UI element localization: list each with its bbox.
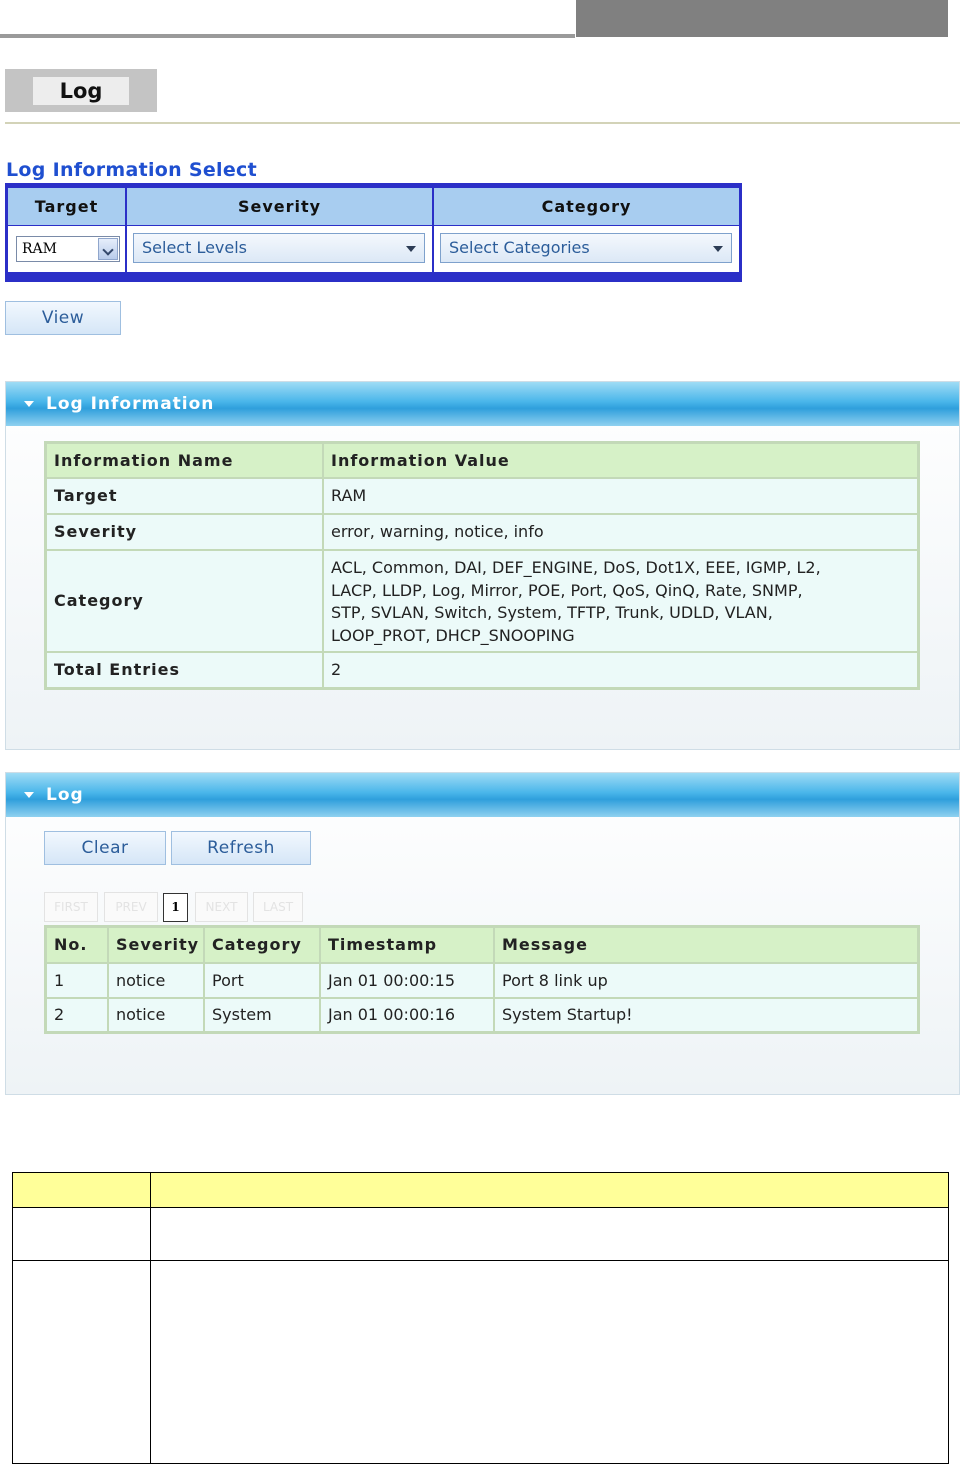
log-header-category: Category <box>205 928 319 962</box>
info-name-header: Information Name <box>47 444 322 477</box>
severity-dropdown[interactable]: Select Levels <box>133 233 425 263</box>
pagination-prev[interactable]: PREV <box>104 892 158 922</box>
log-header-message: Message <box>495 928 917 962</box>
log-select-table: Target Severity Category RAM Select Leve… <box>5 183 742 282</box>
header-rule <box>0 34 575 38</box>
caret-down-icon <box>406 246 416 252</box>
target-header: Target <box>8 188 125 225</box>
pagination-current-page[interactable]: 1 <box>163 893 188 922</box>
log-panel-title: Log <box>46 785 84 805</box>
description-table-column-divider <box>150 1173 151 1463</box>
log-cell-severity: notice <box>109 999 203 1031</box>
info-row-severity-value: error, warning, notice, info <box>324 515 917 549</box>
category-dropdown-value: Select Categories <box>449 238 590 257</box>
severity-dropdown-value: Select Levels <box>142 238 248 257</box>
info-row-severity-label: Severity <box>47 515 322 549</box>
caret-down-icon <box>713 246 723 252</box>
category-cell: Select Categories <box>434 226 739 272</box>
description-table-row-divider <box>13 1260 948 1261</box>
header-block <box>576 0 948 37</box>
log-information-table: Information Name Information Value Targe… <box>44 441 920 690</box>
page-title: Log <box>33 77 129 105</box>
refresh-button[interactable]: Refresh <box>171 831 311 865</box>
title-divider <box>5 122 960 124</box>
severity-header: Severity <box>127 188 432 225</box>
select-heading: Log Information Select <box>6 159 257 181</box>
chevron-down-icon[interactable] <box>98 238 118 260</box>
log-header-severity: Severity <box>109 928 203 962</box>
category-header: Category <box>434 188 739 225</box>
category-line: ACL, Common, DAI, DEF_ENGINE, DoS, Dot1X… <box>331 558 821 577</box>
info-row-total-label: Total Entries <box>47 653 322 687</box>
info-row-category-value: ACL, Common, DAI, DEF_ENGINE, DoS, Dot1X… <box>324 551 917 651</box>
info-value-header: Information Value <box>324 444 917 477</box>
log-cell-no: 2 <box>47 999 107 1031</box>
info-row-category-label: Category <box>47 551 322 651</box>
target-select-value: RAM <box>22 241 57 257</box>
log-information-panel-title: Log Information <box>46 394 215 414</box>
log-information-panel-header[interactable]: Log Information <box>6 382 959 426</box>
category-line: LACP, LLDP, Log, Mirror, POE, Port, QoS,… <box>331 580 803 600</box>
target-select[interactable]: RAM <box>16 236 120 262</box>
collapse-triangle-icon[interactable] <box>24 401 34 407</box>
log-table: No. Severity Category Timestamp Message … <box>44 925 920 1034</box>
log-cell-message: Port 8 link up <box>495 964 917 997</box>
clear-button[interactable]: Clear <box>44 831 166 865</box>
description-table-header <box>13 1173 948 1208</box>
view-button[interactable]: View <box>5 301 121 335</box>
category-line: STP, SVLAN, Switch, System, TFTP, Trunk,… <box>331 603 773 622</box>
pagination-last[interactable]: LAST <box>253 892 303 922</box>
info-row-total-value: 2 <box>324 653 917 687</box>
page-title-box: Log <box>5 69 157 112</box>
log-cell-category: Port <box>205 964 319 997</box>
category-line: LOOP_PROT, DHCP_SNOOPING <box>331 625 575 645</box>
log-panel-header[interactable]: Log <box>6 773 959 817</box>
info-row-target-label: Target <box>47 479 322 513</box>
target-cell: RAM <box>8 226 125 272</box>
log-cell-timestamp: Jan 01 00:00:15 <box>321 964 493 997</box>
description-table <box>12 1172 949 1464</box>
log-header-no: No. <box>47 928 107 962</box>
log-cell-category: System <box>205 999 319 1031</box>
pagination-next[interactable]: NEXT <box>195 892 248 922</box>
category-dropdown[interactable]: Select Categories <box>440 233 732 263</box>
info-row-target-value: RAM <box>324 479 917 513</box>
pagination-first[interactable]: FIRST <box>44 892 98 922</box>
severity-cell: Select Levels <box>127 226 432 272</box>
log-cell-severity: notice <box>109 964 203 997</box>
log-header-timestamp: Timestamp <box>321 928 493 962</box>
log-cell-no: 1 <box>47 964 107 997</box>
log-cell-timestamp: Jan 01 00:00:16 <box>321 999 493 1031</box>
collapse-triangle-icon[interactable] <box>24 792 34 798</box>
log-cell-message: System Startup! <box>495 999 917 1031</box>
